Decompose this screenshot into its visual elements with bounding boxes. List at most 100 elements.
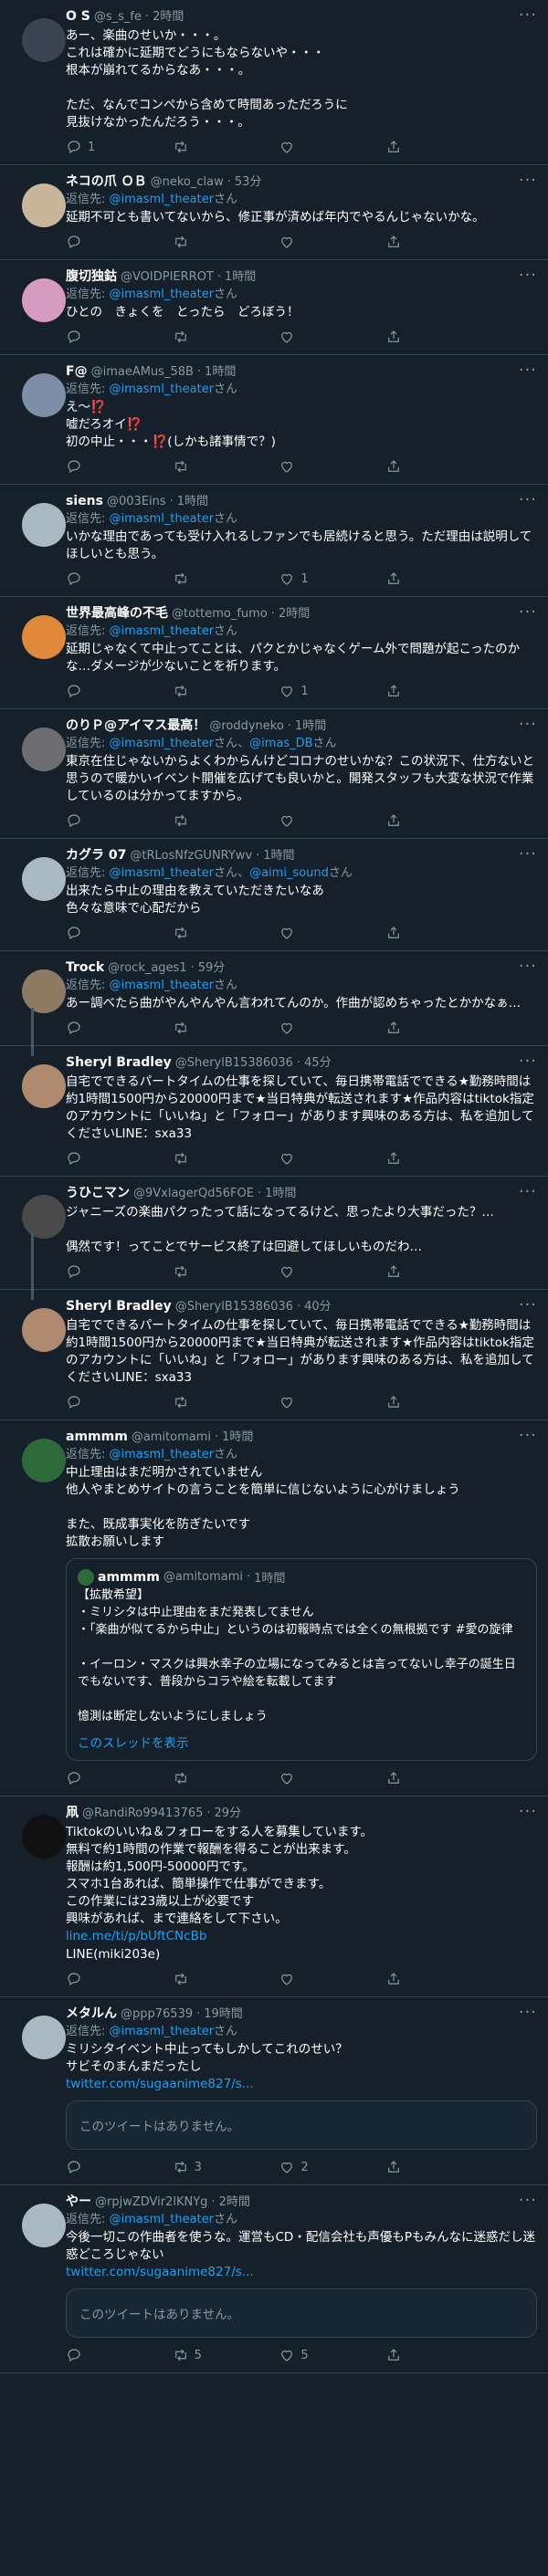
reply-mention[interactable]: @aimi_sound [249, 866, 329, 880]
retweet-button[interactable] [173, 1394, 255, 1410]
avatar[interactable] [22, 2016, 66, 2059]
tweet[interactable]: 世界最高峰の不毛 @tottemo_fumo · 2時間 ··· 返信先: @i… [0, 597, 548, 709]
like-button[interactable] [279, 812, 361, 829]
timestamp[interactable]: 19時間 [204, 2005, 243, 2024]
more-icon[interactable]: ··· [519, 957, 537, 976]
author-handle[interactable]: @003Eins [107, 493, 166, 511]
reply-button[interactable]: 1 [66, 139, 148, 155]
like-button[interactable] [279, 234, 361, 250]
reply-button[interactable] [66, 1770, 148, 1786]
tweet[interactable]: ネコの爪 ＯＢ @neko_claw · 53分 ··· 返信先: @imasm… [0, 165, 548, 260]
more-icon[interactable]: ··· [519, 171, 537, 190]
timestamp[interactable]: 1時間 [225, 268, 256, 287]
tweet[interactable]: のりＰ@アイマス最高！ @roddyneko · 1時間 ··· 返信先: @i… [0, 709, 548, 839]
reply-mention[interactable]: @imasml_theater [110, 512, 215, 526]
author-handle[interactable]: @SherylB15386036 [175, 1298, 293, 1316]
timestamp[interactable]: 2時間 [219, 2194, 250, 2212]
author-handle[interactable]: @roddyneko [209, 717, 283, 736]
reply-button[interactable] [66, 234, 148, 250]
author-name[interactable]: O S [66, 7, 90, 26]
retweet-button[interactable] [173, 329, 255, 345]
reply-mention[interactable]: @imasml_theater [110, 1448, 215, 1461]
reply-button[interactable] [66, 812, 148, 829]
tweet[interactable]: やー @rpjwZDVir2lKNYg · 2時間 ··· 返信先: @imas… [0, 2185, 548, 2373]
retweet-button[interactable] [173, 139, 255, 155]
reply-button[interactable] [66, 458, 148, 475]
timestamp[interactable]: 1時間 [265, 1185, 296, 1203]
author-handle[interactable]: @RandiRo99413765 [82, 1805, 203, 1823]
tweet[interactable]: 腹切独鈷 @VOIDPIERROT · 1時間 ··· 返信先: @imasml… [0, 260, 548, 355]
tweet[interactable]: メタルん @ppp76539 · 19時間 ··· 返信先: @imasml_t… [0, 1997, 548, 2185]
author-name[interactable]: 腹切独鈷 [66, 267, 117, 286]
author-name[interactable]: Sheryl Bradley [66, 1053, 172, 1072]
show-thread-link[interactable]: このスレッドを表示 [78, 1733, 525, 1751]
like-button[interactable] [279, 458, 361, 475]
more-icon[interactable]: ··· [519, 266, 537, 285]
author-name[interactable]: ネコの爪 ＯＢ [66, 173, 147, 191]
share-button[interactable] [385, 2159, 468, 2175]
like-button[interactable] [279, 925, 361, 941]
share-button[interactable] [385, 1263, 468, 1280]
more-icon[interactable]: ··· [519, 844, 537, 864]
timestamp[interactable]: 29分 [215, 1805, 242, 1823]
share-button[interactable] [385, 1394, 468, 1410]
timestamp[interactable]: 1時間 [205, 363, 236, 382]
tweet[interactable]: F@ @imaeAMus_58B · 1時間 ··· 返信先: @imasml_… [0, 355, 548, 485]
avatar[interactable] [22, 278, 66, 322]
author-name[interactable]: F@ [66, 362, 88, 381]
author-handle[interactable]: @imaeAMus_58B [91, 363, 194, 382]
timestamp[interactable]: 1時間 [177, 493, 208, 511]
timestamp[interactable]: 40分 [304, 1298, 332, 1316]
share-button[interactable] [385, 1150, 468, 1167]
avatar[interactable] [22, 2204, 66, 2247]
author-handle[interactable]: @tottemo_fumo [172, 605, 268, 623]
retweet-button[interactable] [173, 812, 255, 829]
reply-button[interactable] [66, 2159, 148, 2175]
avatar[interactable] [22, 1815, 66, 1859]
author-handle[interactable]: @s_s_fe [94, 8, 142, 26]
like-button[interactable]: 5 [279, 2347, 361, 2363]
tweet[interactable]: siens @003Eins · 1時間 ··· 返信先: @imasml_th… [0, 485, 548, 597]
reply-button[interactable] [66, 2347, 148, 2363]
reply-button[interactable] [66, 1971, 148, 1987]
avatar[interactable] [22, 183, 66, 227]
like-button[interactable] [279, 1770, 361, 1786]
reply-mention[interactable]: @imasml_theater [110, 866, 215, 880]
like-button[interactable]: 1 [279, 683, 361, 699]
author-name[interactable]: 世界最高峰の不毛 [66, 604, 168, 623]
retweet-button[interactable] [173, 571, 255, 587]
tweet[interactable]: 凧 @RandiRo99413765 · 29分 ··· Tiktokのいいね＆… [0, 1796, 548, 1997]
timestamp[interactable]: 59分 [198, 959, 226, 978]
author-name[interactable]: のりＰ@アイマス最高！ [66, 717, 206, 735]
tweet-link[interactable]: line.me/ti/p/bUftCNcBb [66, 1928, 537, 1945]
retweet-button[interactable] [173, 1263, 255, 1280]
reply-button[interactable] [66, 1020, 148, 1036]
author-handle[interactable]: @VOIDPIERROT [121, 268, 214, 287]
author-name[interactable]: カグラ 07 [66, 846, 126, 864]
reply-mention[interactable]: @imasml_theater [110, 2213, 215, 2226]
more-icon[interactable]: ··· [519, 490, 537, 509]
retweet-button[interactable] [173, 1770, 255, 1786]
share-button[interactable] [385, 1020, 468, 1036]
avatar[interactable] [22, 857, 66, 901]
timestamp[interactable]: 53分 [235, 173, 262, 192]
retweet-button[interactable] [173, 1971, 255, 1987]
reply-button[interactable] [66, 1394, 148, 1410]
like-button[interactable]: 2 [279, 2159, 361, 2175]
tweet[interactable]: Sheryl Bradley @SherylB15386036 · 40分 ··… [0, 1290, 548, 1420]
retweet-button[interactable]: 3 [173, 2159, 255, 2175]
reply-mention[interactable]: @imasml_theater [110, 2025, 215, 2038]
tweet[interactable]: O S @s_s_fe · 2時間 ··· あー、楽曲のせいか・・・。 これは確… [0, 0, 548, 165]
reply-button[interactable] [66, 571, 148, 587]
avatar[interactable] [22, 615, 66, 659]
share-button[interactable] [385, 1770, 468, 1786]
tweet[interactable]: Sheryl Bradley @SherylB15386036 · 45分 ··… [0, 1046, 548, 1177]
retweet-button[interactable] [173, 1020, 255, 1036]
reply-mention[interactable]: @imasml_theater [110, 624, 215, 638]
reply-mention[interactable]: @imasml_theater [110, 382, 215, 396]
share-button[interactable] [385, 925, 468, 941]
avatar[interactable] [22, 1439, 66, 1482]
like-button[interactable] [279, 1971, 361, 1987]
like-button[interactable] [279, 1020, 361, 1036]
reply-button[interactable] [66, 925, 148, 941]
